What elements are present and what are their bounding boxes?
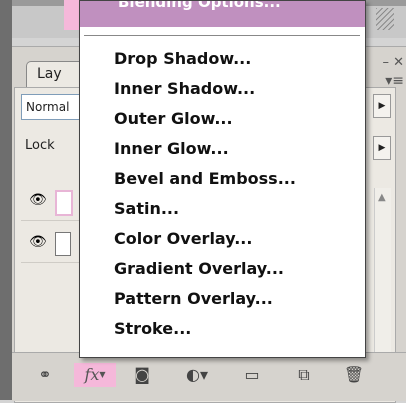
menu-item-gradient-overlay[interactable]: Gradient Overlay... xyxy=(114,259,284,285)
panel-grip-icon[interactable] xyxy=(376,8,394,30)
mask-icon[interactable]: ◙ xyxy=(130,363,154,387)
fx-button[interactable]: fx▼ xyxy=(74,363,116,387)
menu-item-satin[interactable]: Satin... xyxy=(114,199,179,225)
tab-layers-label: Lay xyxy=(37,66,62,82)
left-panel-edge xyxy=(0,0,12,400)
menu-item-outer-glow[interactable]: Outer Glow... xyxy=(114,109,233,135)
menu-divider xyxy=(84,35,360,36)
menu-item-inner-glow[interactable]: Inner Glow... xyxy=(114,139,229,165)
trash-icon[interactable]: 🗑 xyxy=(342,363,366,387)
new-layer-icon[interactable]: ⧉ xyxy=(292,363,316,387)
layer-row[interactable]: 👁 xyxy=(21,180,79,221)
layer-thumbnail xyxy=(55,232,71,256)
opacity-arrow-icon[interactable]: ▶ xyxy=(373,94,391,118)
link-icon[interactable]: ⚭ xyxy=(30,363,60,387)
lock-label: Lock xyxy=(25,138,55,153)
layer-thumbnail xyxy=(55,190,73,216)
adjustment-icon[interactable]: ◐▾ xyxy=(182,363,212,387)
eye-icon[interactable]: 👁 xyxy=(29,192,47,208)
menu-anchor-highlight xyxy=(64,0,80,30)
menu-item-stroke[interactable]: Stroke... xyxy=(114,319,191,345)
layer-row[interactable]: 👁 xyxy=(21,222,79,263)
tab-layers[interactable]: Lay xyxy=(26,61,86,87)
fx-label: fx xyxy=(84,365,100,384)
menu-item-bevel-emboss[interactable]: Bevel and Emboss... xyxy=(114,169,296,195)
layer-style-menu: Blending Options... Drop Shadow... Inner… xyxy=(79,0,366,358)
fill-arrow-icon[interactable]: ▶ xyxy=(373,136,391,160)
close-icon[interactable]: – ✕ xyxy=(382,55,404,70)
menu-item-inner-shadow[interactable]: Inner Shadow... xyxy=(114,79,255,105)
layers-toolbar: ⚭ fx▼ ◙ ◐▾ ▭ ⧉ 🗑 xyxy=(12,352,406,401)
menu-item-pattern-overlay[interactable]: Pattern Overlay... xyxy=(114,289,273,315)
folder-icon[interactable]: ▭ xyxy=(240,363,264,387)
menu-item-color-overlay[interactable]: Color Overlay... xyxy=(114,229,252,255)
eye-icon[interactable]: 👁 xyxy=(29,234,47,250)
menu-item-drop-shadow[interactable]: Drop Shadow... xyxy=(114,49,251,75)
chevron-down-icon: ▼ xyxy=(99,370,106,379)
blend-mode-value: Normal xyxy=(26,100,70,114)
scroll-up-icon[interactable]: ▲ xyxy=(378,192,386,203)
menu-item-blending-options[interactable]: Blending Options... xyxy=(80,1,365,27)
